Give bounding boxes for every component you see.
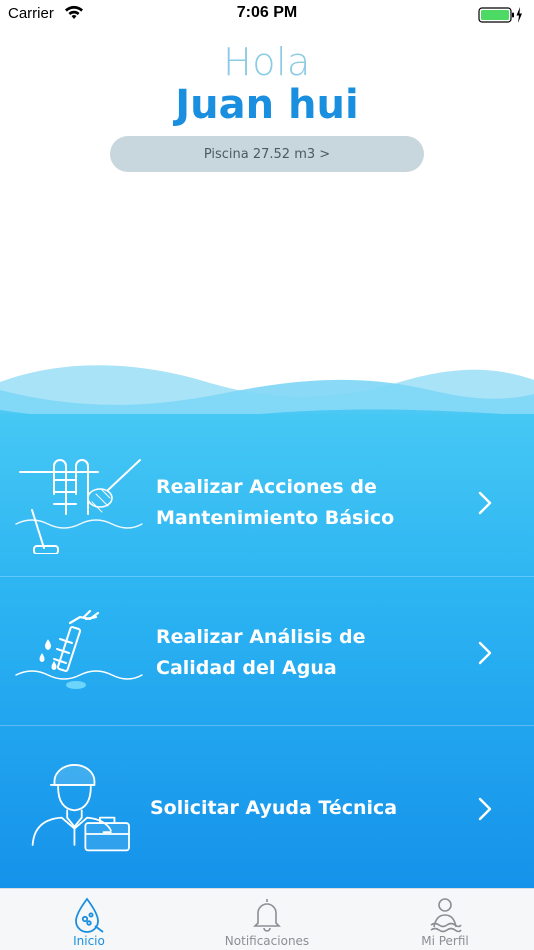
water-analysis-menu-item[interactable]: Realizar Análisis de Calidad del Agua [0, 576, 534, 726]
bell-icon [253, 899, 281, 932]
analysis-title-line2: Calidad del Agua [156, 657, 337, 679]
chevron-right-icon [478, 641, 492, 665]
water-test-icon [15, 609, 143, 689]
action-menu: Realizar Acciones de Mantenimiento Básic… [0, 414, 534, 888]
pool-ladder-net-icon [15, 459, 143, 554]
maintenance-title-line1: Realizar Acciones de [156, 476, 377, 498]
technician-icon [31, 764, 130, 852]
maintenance-menu-item[interactable]: Realizar Acciones de Mantenimiento Básic… [0, 426, 534, 576]
tab-inicio[interactable]: Inicio [0, 889, 178, 950]
status-bar: Carrier 7:06 PM [0, 0, 534, 30]
swimmer-icon [430, 898, 462, 933]
tab-notificaciones[interactable]: Notificaciones [178, 889, 356, 950]
tab-mi-perfil-label: Mi Perfil [421, 934, 469, 948]
user-name: Juan hui [175, 82, 359, 128]
pool-selector-button[interactable]: Piscina 27.52 m3 > [110, 136, 424, 172]
status-time: 7:06 PM [236, 4, 298, 21]
chevron-right-icon [478, 491, 492, 515]
battery-icon [478, 6, 524, 28]
help-title: Solicitar Ayuda Técnica [150, 797, 398, 819]
greeting-label: Hola [223, 40, 311, 84]
tab-notificaciones-label: Notificaciones [224, 934, 310, 948]
tab-mi-perfil[interactable]: Mi Perfil [356, 889, 534, 950]
maintenance-title-line2: Mantenimiento Básico [156, 507, 395, 529]
pool-home-icon [75, 897, 104, 933]
tab-inicio-label: Inicio [73, 934, 105, 948]
analysis-title-line1: Realizar Análisis de [156, 626, 366, 648]
tab-bar: Inicio Notificaciones Mi Perfil [0, 888, 534, 950]
chevron-right-icon [478, 797, 492, 821]
technical-help-menu-item[interactable]: Solicitar Ayuda Técnica [0, 725, 534, 888]
